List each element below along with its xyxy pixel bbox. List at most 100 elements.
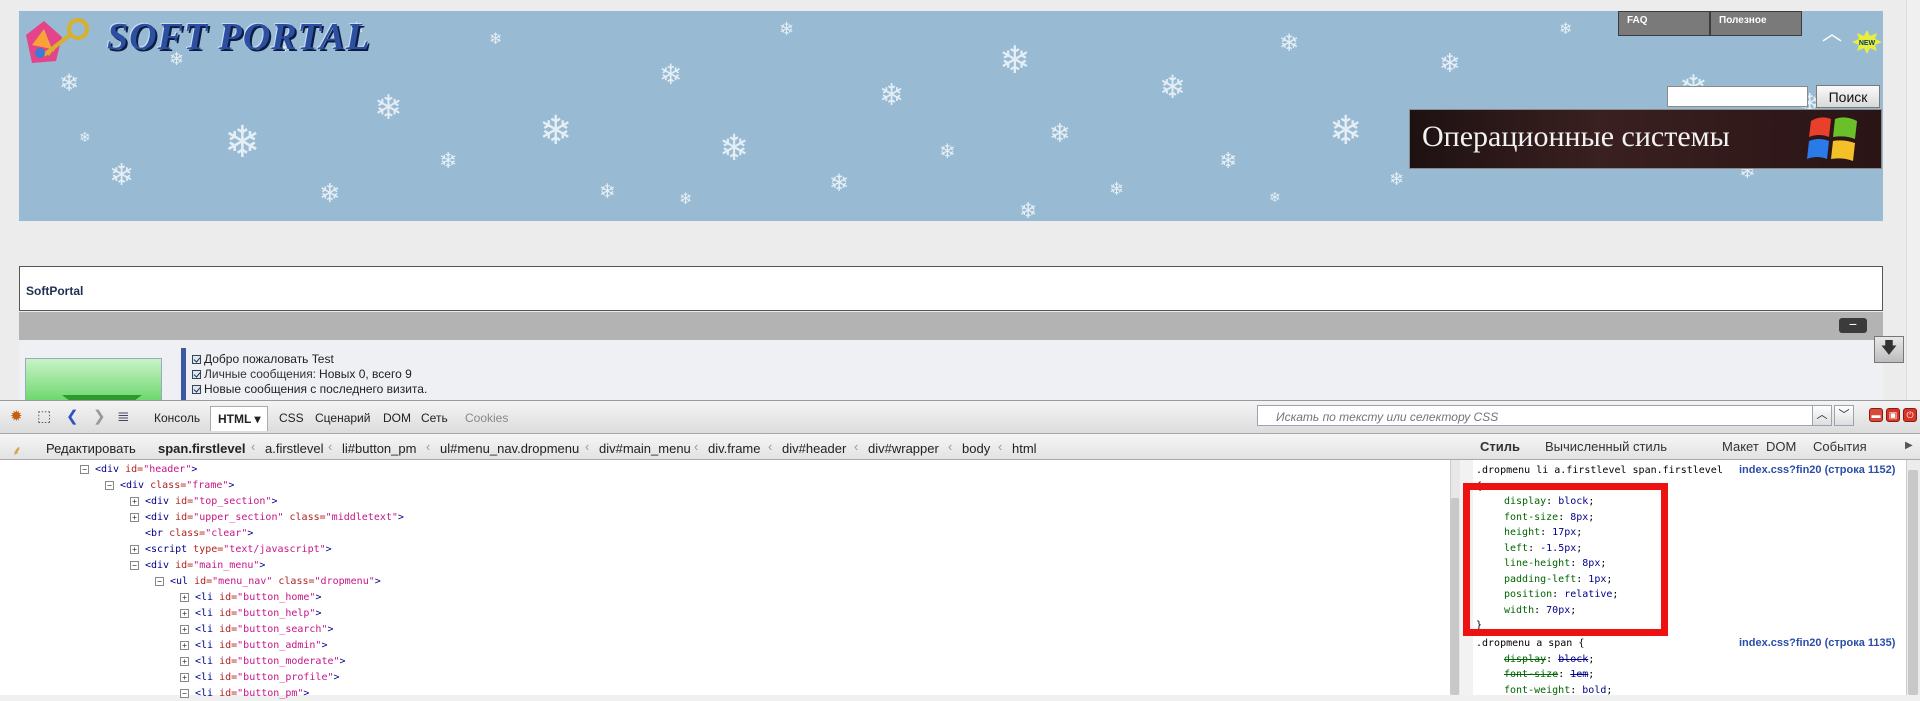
path-item[interactable]: div#main_menu [599, 441, 691, 456]
css-source-link[interactable]: index.css?fin20 (строка 1135) [1739, 637, 1895, 649]
collapse-icon[interactable]: − [180, 688, 189, 698]
firebug-icon[interactable]: ✹ [10, 409, 23, 424]
tab-html[interactable]: HTML ▾ [210, 406, 269, 431]
forward-icon[interactable]: ❯ [93, 409, 106, 424]
firebug-search-input[interactable] [1257, 405, 1817, 426]
os-banner[interactable]: Операционные системы [1409, 109, 1882, 169]
tree-node[interactable]: − <div id="header"> [80, 463, 197, 477]
search-input[interactable] [1667, 86, 1808, 107]
new-posts-line[interactable]: Новые сообщения с последнего визита. [192, 382, 427, 396]
path-item[interactable]: a.firstlevel [265, 441, 324, 456]
pm-label[interactable]: Личные сообщения: [204, 367, 316, 381]
css-property[interactable]: font-size: 1em; [1504, 667, 1594, 682]
style-scroll-thumb[interactable] [1908, 470, 1918, 695]
tab-css[interactable]: CSS [272, 409, 311, 427]
css-prop-value[interactable]: 1em [1570, 669, 1588, 680]
expand-icon[interactable]: + [180, 624, 189, 634]
css-selector[interactable]: .dropmenu a span { [1476, 636, 1584, 651]
side-tab-computed[interactable]: Вычисленный стиль [1545, 439, 1667, 454]
css-selector[interactable]: .dropmenu li a.firstlevel span.firstleve… [1476, 463, 1723, 478]
css-property[interactable]: font-weight: bold; [1504, 683, 1612, 698]
collapse-button[interactable]: − [1839, 317, 1867, 333]
detach-icon[interactable]: ▣ [1886, 408, 1900, 422]
side-tab-dom[interactable]: DOM [1766, 439, 1796, 454]
search-button[interactable]: Поиск [1816, 85, 1880, 108]
css-property[interactable]: display: block; [1504, 652, 1594, 667]
tree-node[interactable]: − <div id="main_menu"> [130, 559, 265, 573]
tag-close: > [228, 480, 235, 491]
path-item[interactable]: li#button_pm [342, 441, 416, 456]
side-tabs-menu-icon[interactable]: ▶ [1905, 440, 1913, 451]
tab-net[interactable]: Сеть [414, 409, 455, 427]
side-tab-layout[interactable]: Макет [1722, 439, 1759, 454]
edit-button[interactable]: Редактировать [46, 441, 136, 456]
scroll-down-button[interactable]: 🡇 [1874, 336, 1904, 363]
tree-node[interactable]: + <li id="button_admin"> [180, 639, 327, 653]
collapse-icon[interactable]: − [80, 464, 89, 474]
expand-icon[interactable]: + [180, 592, 189, 602]
breadcrumb[interactable]: SoftPortal [26, 284, 83, 298]
tree-node[interactable]: − <li id="button_pm"> [180, 687, 309, 701]
attr-value: "button_moderate" [237, 656, 340, 667]
expand-icon[interactable]: + [180, 608, 189, 618]
collapse-icon[interactable]: − [155, 576, 164, 586]
path-item[interactable]: html [1012, 441, 1037, 456]
pm-line[interactable]: Личные сообщения: Новых 0, всего 9 [192, 367, 412, 381]
tree-node[interactable]: + <li id="button_home"> [180, 591, 321, 605]
dropdown-arrow-icon[interactable]: ▾ [251, 412, 260, 426]
tab-dom[interactable]: DOM [376, 409, 418, 427]
tab-cookies[interactable]: Cookies [458, 409, 515, 427]
snowflake-icon: ❄ [829, 169, 850, 197]
tree-node[interactable]: − <div class="frame"> [105, 479, 234, 493]
inspect-icon[interactable]: ⬚ [37, 409, 51, 424]
tree-node[interactable]: + <li id="button_help"> [180, 607, 321, 621]
collapse-icon[interactable]: − [130, 560, 139, 570]
side-tab-events[interactable]: События [1813, 439, 1867, 454]
bug-icon[interactable]: ⸙ [12, 441, 22, 459]
tab-script[interactable]: Сценарий [308, 409, 377, 427]
red-highlight-box [1463, 483, 1668, 636]
tree-node[interactable]: + <script type="text/javascript"> [130, 543, 332, 557]
path-item[interactable]: span.firstlevel [158, 441, 245, 456]
expand-icon[interactable]: + [130, 496, 139, 506]
expand-icon[interactable]: + [130, 512, 139, 522]
faq-link[interactable]: FAQ [1618, 11, 1710, 36]
search-up-button[interactable]: ︿ [1812, 405, 1832, 426]
tab-console[interactable]: Консоль [147, 409, 207, 427]
css-prop-value[interactable]: block [1558, 654, 1588, 665]
useful-link[interactable]: Полезное [1710, 11, 1802, 36]
snowflake-icon: ❄ [1439, 49, 1461, 79]
tree-node[interactable]: + <li id="button_moderate"> [180, 655, 346, 669]
tree-node[interactable]: <br class="clear"> [130, 527, 253, 541]
minimize-icon[interactable]: ▬ [1869, 408, 1883, 422]
path-item[interactable]: div.frame [708, 441, 761, 456]
close-icon[interactable]: ⏻ [1903, 408, 1917, 422]
site-logo[interactable]: SOFT PORTAL [107, 15, 370, 59]
snowflake-icon: ❄ [79, 130, 91, 146]
tree-node[interactable]: + <li id="button_profile"> [180, 671, 340, 685]
welcome-text: Добро пожаловать Test [204, 352, 334, 366]
collapse-icon[interactable]: − [105, 480, 114, 490]
css-prop-value[interactable]: bold [1582, 685, 1606, 696]
path-item[interactable]: body [962, 441, 990, 456]
css-source-link[interactable]: index.css?fin20 (строка 1152) [1739, 464, 1895, 476]
expand-icon[interactable]: + [180, 656, 189, 666]
side-tab-style[interactable]: Стиль [1480, 439, 1520, 454]
command-editor-icon[interactable]: ≣ [117, 409, 130, 424]
path-item[interactable]: div#wrapper [868, 441, 939, 456]
chevron-up-icon[interactable]: ︿ [1822, 24, 1842, 44]
html-scroll-thumb[interactable] [1451, 498, 1459, 695]
page-scrollbar[interactable] [1906, 0, 1920, 400]
tree-node[interactable]: − <ul id="menu_nav" class="dropmenu"> [155, 575, 381, 589]
search-down-button[interactable]: ﹀ [1834, 405, 1854, 426]
expand-icon[interactable]: + [180, 672, 189, 682]
expand-icon[interactable]: + [180, 640, 189, 650]
back-icon[interactable]: ❮ [66, 409, 79, 424]
new-posts-link[interactable]: Новые сообщения с последнего визита. [204, 382, 427, 396]
path-item[interactable]: ul#menu_nav.dropmenu [440, 441, 579, 456]
tree-node[interactable]: + <div id="top_section"> [130, 495, 278, 509]
expand-icon[interactable]: + [130, 544, 139, 554]
path-item[interactable]: div#header [782, 441, 846, 456]
tree-node[interactable]: + <li id="button_search"> [180, 623, 334, 637]
tree-node[interactable]: + <div id="upper_section" class="middlete… [130, 511, 404, 525]
